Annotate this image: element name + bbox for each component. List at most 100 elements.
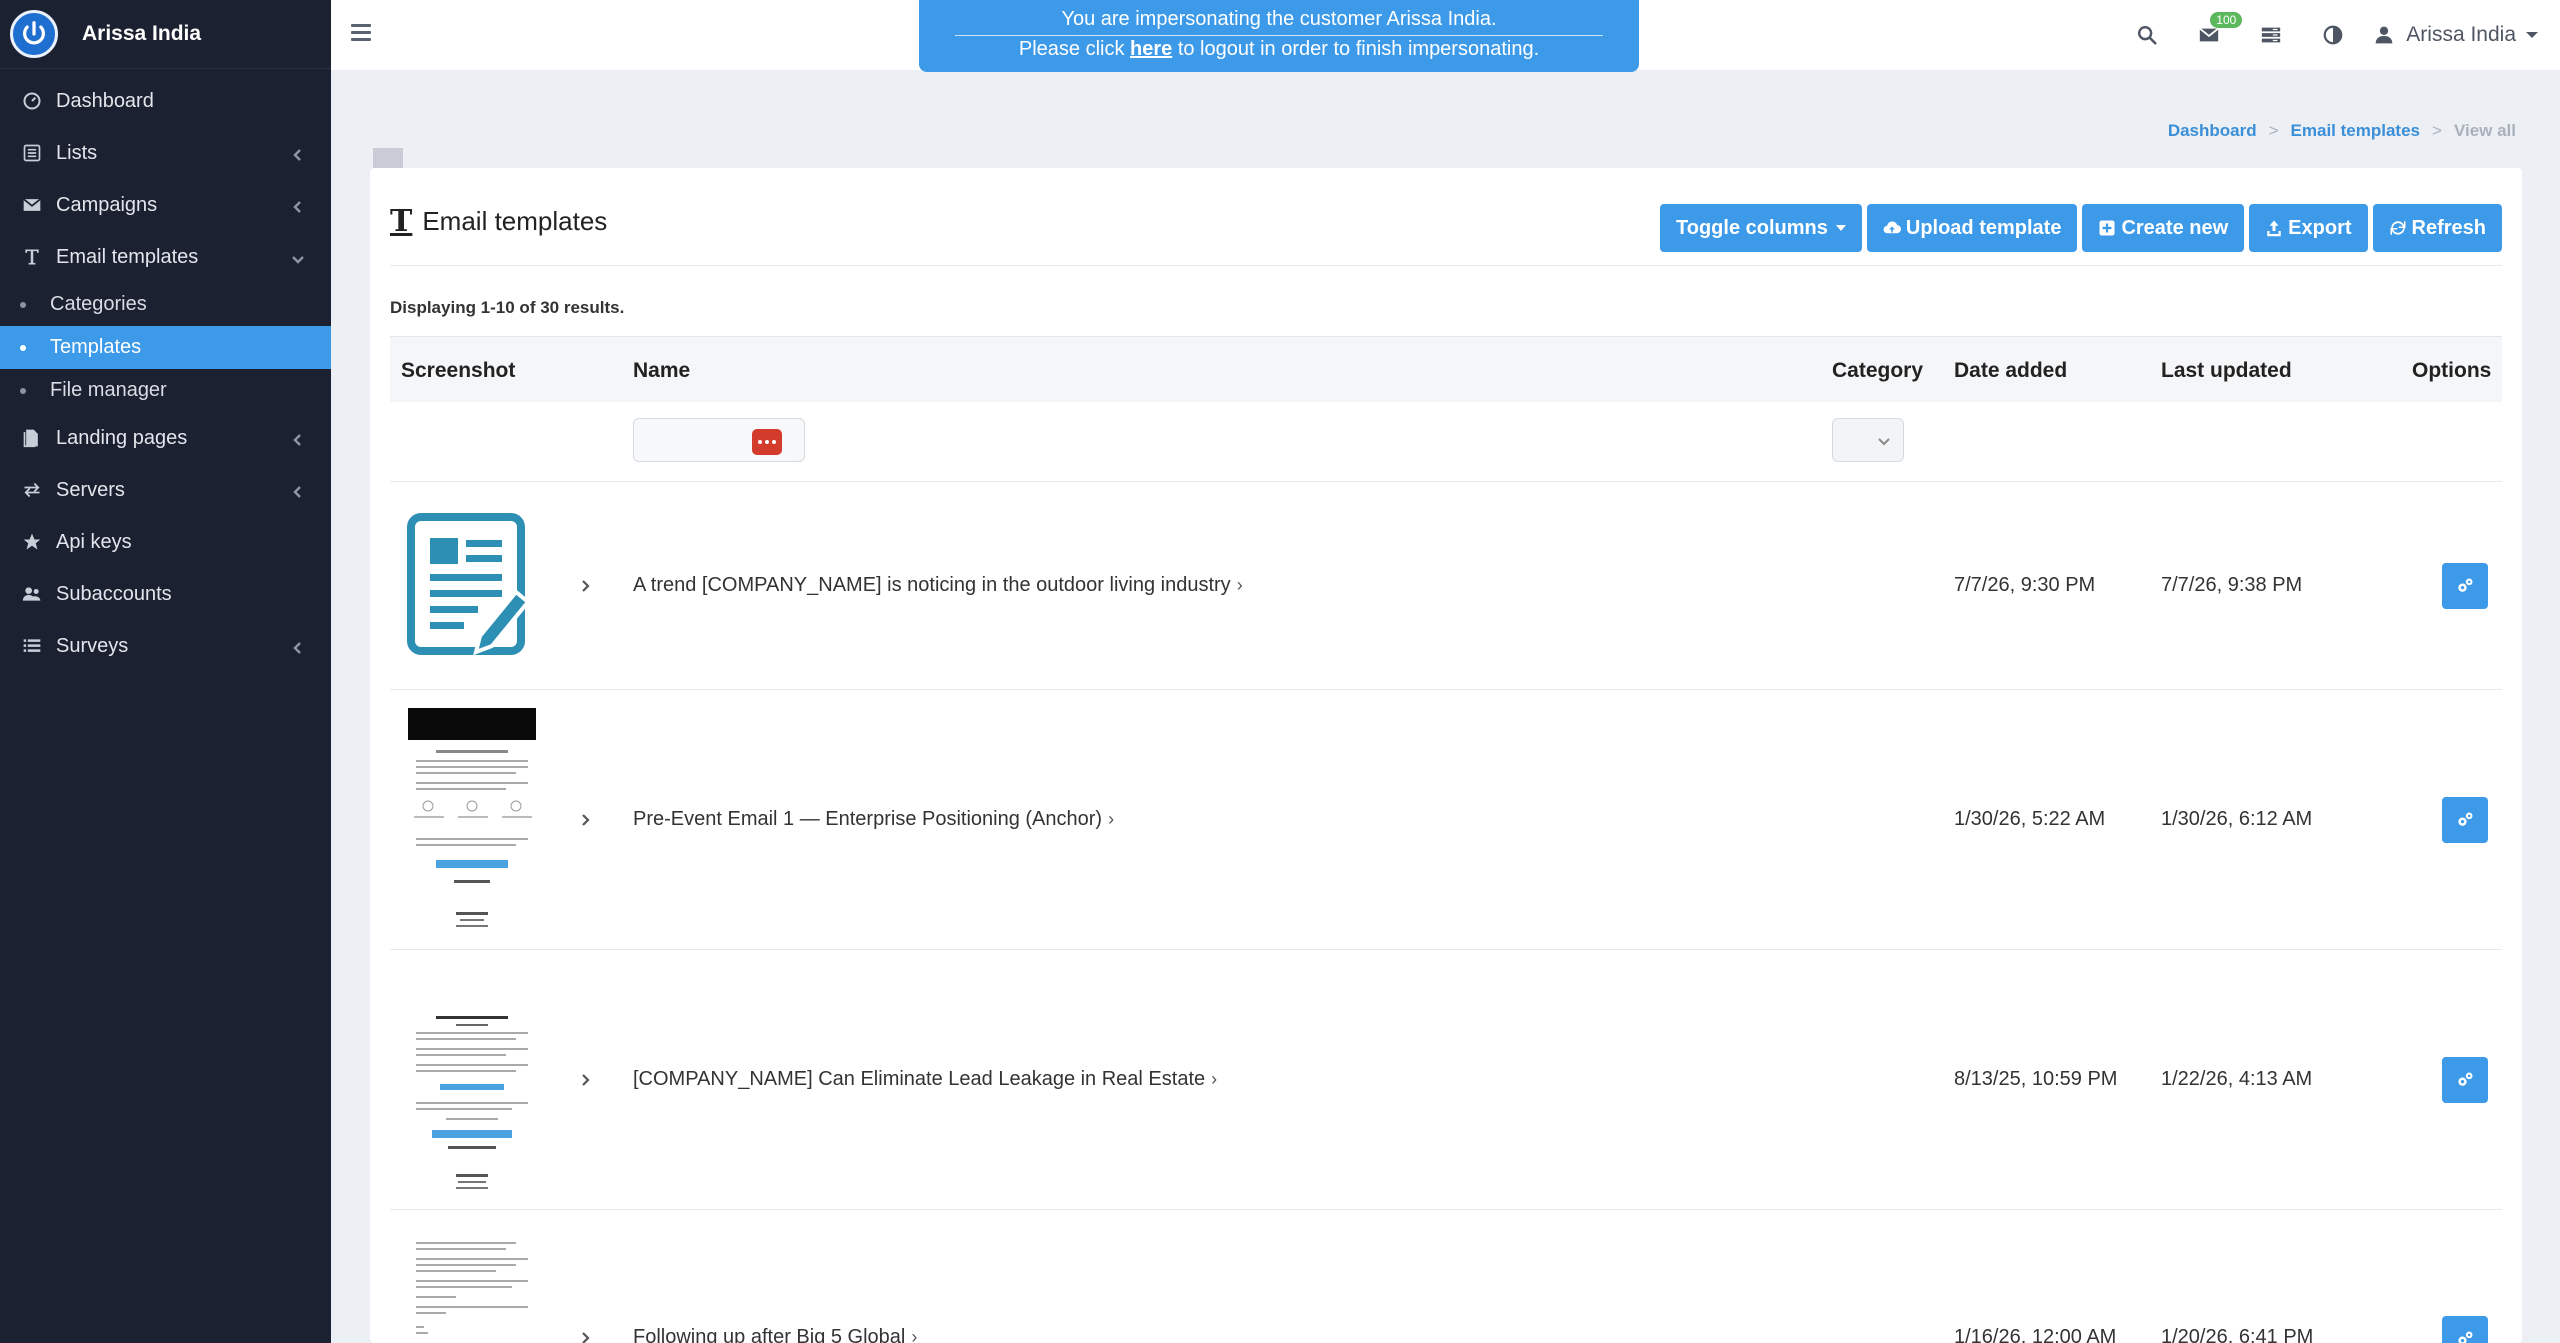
sidebar-item-surveys[interactable]: Surveys [0, 620, 331, 672]
sidebar-subitem-label: Categories [50, 293, 147, 315]
sidebar-item-dashboard[interactable]: Dashboard [0, 75, 331, 127]
chevron-right-icon[interactable] [578, 579, 592, 593]
chevron-left-icon [291, 430, 305, 446]
table-row[interactable]: Following up after Big 5 Global › 1/16/26… [390, 1210, 2502, 1343]
options-button[interactable] [2442, 1316, 2488, 1343]
sidebar-item-api-keys[interactable]: Api keys [0, 516, 331, 568]
notifications-button[interactable]: 100 [2178, 0, 2243, 70]
sidebar-item-servers[interactable]: Servers [0, 464, 331, 516]
sidebar-item-subaccounts[interactable]: Subaccounts [0, 568, 331, 620]
chevron-right-icon[interactable] [578, 1073, 592, 1087]
theme-toggle-button[interactable] [2302, 0, 2364, 70]
envelope-icon [22, 195, 42, 215]
template-name: Pre-Event Email 1 — Enterprise Positioni… [633, 808, 1103, 830]
toggle-columns-label: Toggle columns [1676, 216, 1828, 239]
caret-down-icon [1835, 225, 1846, 231]
search-icon [2138, 26, 2157, 45]
hamburger-menu-icon[interactable] [351, 24, 371, 42]
impersonation-text: Please click [1018, 38, 1131, 60]
templates-table: Screenshot Name Category Date added Last… [390, 336, 2502, 1343]
caret-down-icon [2526, 32, 2538, 38]
column-header-date-added[interactable]: Date added [1954, 359, 2067, 383]
options-button[interactable] [2442, 797, 2488, 843]
impersonation-message: You are impersonating the customer Ariss… [955, 8, 1603, 36]
chevron-right-icon[interactable] [578, 1331, 592, 1343]
template-name: Following up after Big 5 Global [633, 1326, 906, 1343]
export-button[interactable]: Export [2249, 204, 2368, 252]
column-header-screenshot[interactable]: Screenshot [401, 359, 515, 383]
cogs-icon [2458, 1072, 2473, 1086]
sidebar-item-label: Dashboard [56, 89, 154, 112]
brand[interactable]: Arissa India [0, 0, 331, 69]
bullet-icon [20, 344, 26, 351]
cogs-icon [2458, 1331, 2473, 1343]
filter-row [390, 402, 2502, 482]
template-name: A trend [COMPANY_NAME] is noticing in th… [633, 574, 1231, 596]
create-new-label: Create new [2121, 216, 2229, 239]
cogs-icon [2458, 812, 2473, 826]
table-row[interactable]: A trend [COMPANY_NAME] is noticing in th… [390, 482, 2502, 690]
template-name-link[interactable]: Following up after Big 5 Global › [633, 1326, 917, 1343]
more-options-icon[interactable] [752, 429, 782, 455]
column-header-last-updated[interactable]: Last updated [2161, 359, 2292, 383]
logout-link[interactable]: here [1130, 38, 1172, 60]
template-name-link[interactable]: Pre-Event Email 1 — Enterprise Positioni… [633, 808, 1114, 831]
breadcrumb-separator: > [2432, 121, 2442, 140]
chevron-right-icon[interactable] [578, 813, 592, 827]
sidebar-item-label: Email templates [56, 245, 199, 268]
create-new-button[interactable]: Create new [2082, 204, 2245, 252]
topbar: You are impersonating the customer Ariss… [331, 0, 2560, 72]
refresh-label: Refresh [2411, 216, 2486, 239]
template-name-link[interactable]: [COMPANY_NAME] Can Eliminate Lead Leakag… [633, 1068, 1217, 1091]
user-menu[interactable]: Arissa India [2364, 23, 2560, 47]
name-filter-input[interactable] [633, 418, 805, 462]
table-row[interactable]: [COMPANY_NAME] Can Eliminate Lead Leakag… [390, 950, 2502, 1210]
chevron-right-icon: › [1108, 809, 1115, 829]
upload-template-button[interactable]: Upload template [1866, 204, 2078, 252]
column-header-category[interactable]: Category [1832, 359, 1923, 383]
toolbar: Toggle columns Upload template Create ne… [1660, 204, 2502, 252]
sidebar-subitem-categories[interactable]: Categories [0, 283, 331, 326]
column-header-name[interactable]: Name [633, 359, 690, 383]
sidebar-item-campaigns[interactable]: Campaigns [0, 179, 331, 231]
breadcrumb-current: View all [2453, 121, 2516, 140]
sidebar: Arissa India Dashboard Lists Campaigns E… [0, 0, 331, 1343]
notification-badge: 100 [2210, 12, 2243, 28]
breadcrumb-dashboard[interactable]: Dashboard [2168, 121, 2257, 141]
category-filter-select[interactable] [1832, 418, 1904, 462]
sidebar-subitem-templates[interactable]: Templates [0, 326, 331, 369]
template-name-link[interactable]: A trend [COMPANY_NAME] is noticing in th… [633, 574, 1243, 597]
search-button[interactable] [2116, 0, 2178, 70]
topbar-actions: 100 Arissa India [2116, 0, 2560, 70]
tasks-button[interactable] [2240, 0, 2302, 70]
refresh-icon [2390, 221, 2406, 235]
date-added: 7/7/26, 9:30 PM [1954, 574, 2096, 596]
list-icon [22, 143, 42, 163]
table-row[interactable]: Pre-Event Email 1 — Enterprise Positioni… [390, 690, 2502, 950]
exchange-icon [22, 480, 42, 500]
sidebar-item-landing-pages[interactable]: Landing pages [0, 412, 331, 464]
upload-template-label: Upload template [1905, 216, 2062, 239]
toggle-columns-button[interactable]: Toggle columns [1660, 204, 1862, 252]
plus-square-icon [2099, 220, 2115, 236]
server-icon [2262, 27, 2281, 43]
results-summary: Displaying 1-10 of 30 results. [390, 298, 625, 317]
sidebar-subitem-file-manager[interactable]: File manager [0, 369, 331, 412]
sidebar-item-email-templates[interactable]: Email templates [0, 231, 331, 283]
chevron-left-icon [291, 197, 305, 213]
list-icon [22, 636, 42, 656]
bullet-icon [20, 301, 26, 308]
contrast-icon [2323, 25, 2343, 45]
breadcrumb-email-templates[interactable]: Email templates [2291, 121, 2420, 141]
sidebar-item-label: Campaigns [56, 193, 158, 216]
options-button[interactable] [2442, 563, 2488, 609]
export-icon [2267, 220, 2281, 237]
sidebar-item-label: Servers [56, 478, 125, 501]
dashboard-icon [22, 91, 42, 111]
options-button[interactable] [2442, 1057, 2488, 1103]
refresh-button[interactable]: Refresh [2372, 204, 2502, 252]
bullet-icon [20, 387, 26, 394]
chevron-down-icon [1878, 438, 1890, 446]
template-screenshot [406, 1016, 538, 1196]
sidebar-item-lists[interactable]: Lists [0, 127, 331, 179]
